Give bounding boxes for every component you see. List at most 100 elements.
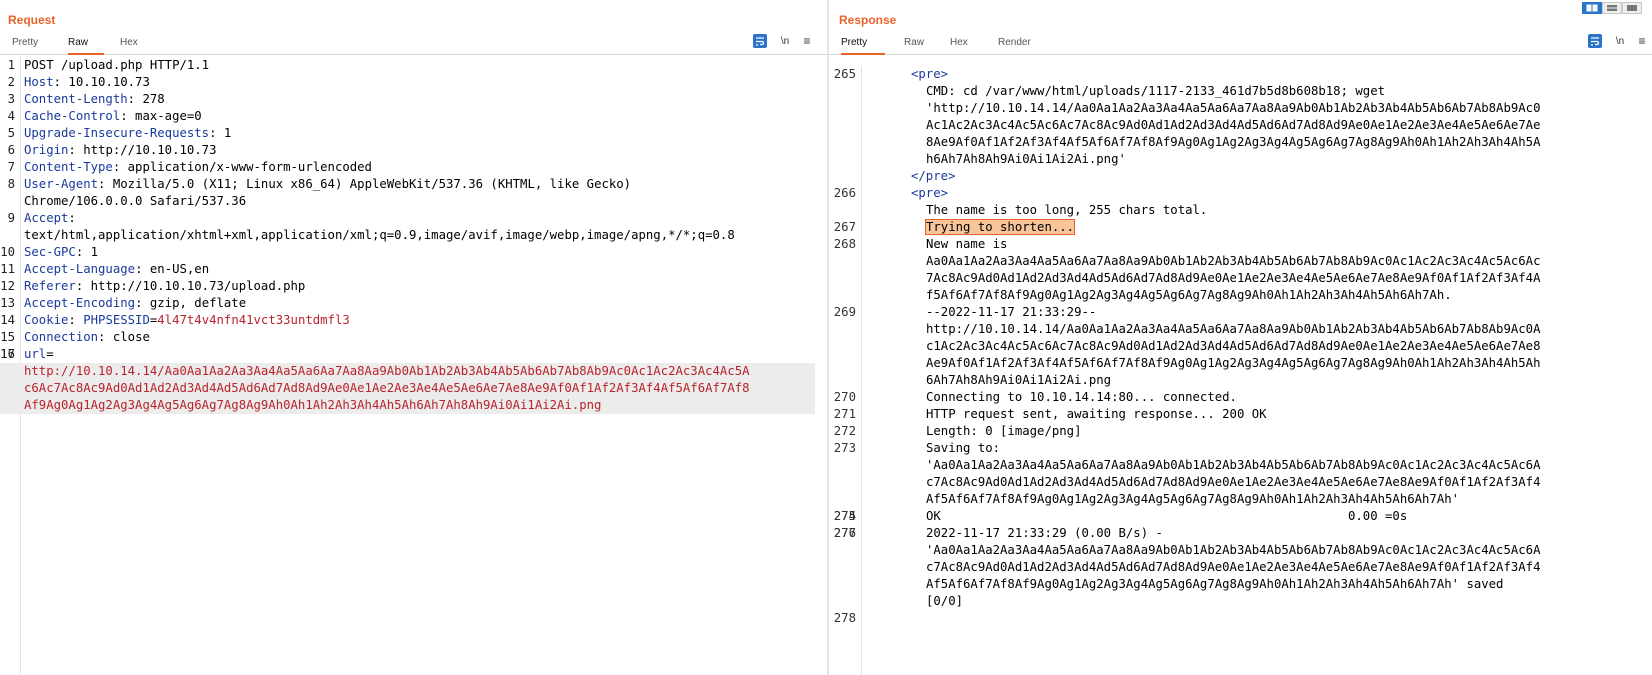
response-editor[interactable]: 265 <pre> CMD: cd /var/www/html/uploads/11… [829,66,1652,675]
wrap-lines-icon[interactable] [753,34,767,48]
line-text: HTTP request sent, awaiting response... … [926,407,1267,421]
line-number: 4 [7,109,15,123]
newline-toggle-icon[interactable]: \n [778,34,792,48]
param-value: http://10.10.14.14/Aa0Aa1Aa2Aa3Aa4Aa5Aa6… [24,364,750,378]
side-by-side-icon[interactable] [1582,2,1602,14]
response-line: 6Ah7Ah8Ah9Ai0Ai1Ai2Ai.png [829,372,1652,389]
response-line: http://10.10.14.14/Aa0Aa1Aa2Aa3Aa4Aa5Aa6… [829,321,1652,338]
line-text: c1Ac2Ac3Ac4Ac5Ac6Ac7Ac8Ac9Ad0Ad1Ad2Ad3Ad… [926,339,1541,353]
tab-hex[interactable]: Hex [950,37,968,55]
request-line: 4 Cache-Control: max-age=0 [0,108,827,125]
header-value: : max-age=0 [120,109,202,123]
line-text: Chrome/106.0.0.0 Safari/537.36 [24,194,247,208]
response-line: Ae9Af0Af1Af2Af3Af4Af5Af6Af7Af8Af9Ag0Ag1A… [829,355,1652,372]
response-line: 277 2022-11-17 21:33:29 (0.00 B/s) - [829,525,1652,542]
line-number: 14 [0,313,15,327]
wrap-lines-icon[interactable] [1588,34,1602,48]
response-line: CMD: cd /var/www/html/uploads/1117-2133_… [829,83,1652,100]
line-number: 1 [7,58,15,72]
line-number: 272 [833,424,856,438]
line-number: 6 [7,143,15,157]
line-text: h6Ah7Ah8Ah9Ai0Ai1Ai2Ai.png' [926,152,1126,166]
line-number: 15 [0,330,15,344]
header-name: User-Agent [24,177,99,191]
response-line: Af5Af6Af7Af8Af9Ag0Ag1Ag2Ag3Ag4Ag5Ag6Ag7A… [829,576,1652,593]
tab-render[interactable]: Render [998,37,1031,55]
response-line: 'http://10.10.14.14/Aa0Aa1Aa2Aa3Aa4Aa5Aa… [829,100,1652,117]
header-name: Cookie [24,313,69,327]
response-tabs: Pretty Raw Hex Render [829,34,1652,55]
line-text: Connecting to 10.10.14.14:80... connecte… [926,390,1237,404]
line-number: 11 [0,262,15,276]
header-value: : http://10.10.10.73 [68,143,217,157]
line-text: 'Aa0Aa1Aa2Aa3Aa4Aa5Aa6Aa7Aa8Aa9Ab0Ab1Ab2… [926,458,1541,472]
request-line: 1 POST /upload.php HTTP/1.1 [0,57,827,74]
header-name: Upgrade-Insecure-Requests [24,126,210,140]
response-line: 273 Saving to: [829,440,1652,457]
response-line: Ac1Ac2Ac3Ac4Ac5Ac6Ac7Ac8Ac9Ad0Ad1Ad2Ad3A… [829,117,1652,134]
response-editor-tools: \n ≡ [1588,34,1650,50]
html-tag: <pre> [911,186,949,200]
menu-icon[interactable]: ≡ [801,34,813,48]
line-text: 'Aa0Aa1Aa2Aa3Aa4Aa5Aa6Aa7Aa8Aa9Ab0Ab1Ab2… [926,543,1541,557]
line-text: Af5Af6Af7Af8Af9Ag0Ag1Ag2Ag3Ag4Ag5Ag6Ag7A… [926,492,1460,506]
request-line: text/html,application/xhtml+xml,applicat… [0,227,827,244]
response-line: 'Aa0Aa1Aa2Aa3Aa4Aa5Aa6Aa7Aa8Aa9Ab0Ab1Ab2… [829,542,1652,559]
newline-toggle-icon[interactable]: \n [1613,34,1627,48]
param-value: Af9Ag0Ag1Ag2Ag3Ag4Ag5Ag6Ag7Ag8Ag9Ah0Ah1A… [24,398,602,412]
response-line: Af5Af6Af7Af8Af9Ag0Ag1Ag2Ag3Ag4Ag5Ag6Ag7A… [829,491,1652,508]
header-value: : 10.10.10.73 [53,75,150,89]
request-lines: 1 POST /upload.php HTTP/1.1 2 Host: 10.10.1… [0,57,827,414]
request-line: Chrome/106.0.0.0 Safari/537.36 [0,193,827,210]
line-number: 271 [833,407,856,421]
line-text: POST /upload.php HTTP/1.1 [24,58,210,72]
tab-hex[interactable]: Hex [120,37,138,55]
line-text: 8Ae9Af0Af1Af2Af3Af4Af5Af6Af7Af8Af9Ag0Ag1… [926,135,1541,149]
line-number: 2 [7,75,15,89]
response-line: 267 Trying to shorten... [829,219,1652,236]
request-line: c6Ac7Ac8Ac9Ad0Ad1Ad2Ad3Ad4Ad5Ad6Ad7Ad8Ad… [0,380,815,397]
highlighted-text: Trying to shorten... [924,219,1076,235]
line-text: f5Af6Af7Af8Af9Ag0Ag1Ag2Ag3Ag4Ag5Ag6Ag7Ag… [926,288,1452,302]
line-number: 278 [833,611,856,625]
header-name: Referer [24,279,76,293]
single-pane-icon[interactable] [1622,2,1642,14]
tab-raw[interactable]: Raw [68,37,104,55]
header-name: Accept-Encoding [24,296,136,310]
line-text: 6Ah7Ah8Ah9Ai0Ai1Ai2Ai.png [926,373,1112,387]
param-name: url [24,347,47,361]
line-text: http://10.10.14.14/Aa0Aa1Aa2Aa3Aa4Aa5Aa6… [926,322,1541,336]
line-number: 265 [833,67,856,81]
response-line: 275 OK 0.00 =0s [829,508,1652,525]
header-name: Host [24,75,54,89]
response-line: [0/0] [829,593,1652,610]
html-tag: <pre> [911,67,949,81]
response-line: 271 HTTP request sent, awaiting response.… [829,406,1652,423]
request-line: 11 Accept-Language: en-US,en [0,261,827,278]
menu-icon[interactable]: ≡ [1636,34,1648,48]
header-value: : http://10.10.10.73/upload.php [75,279,306,293]
line-number: 3 [7,92,15,106]
line-text: 'http://10.10.14.14/Aa0Aa1Aa2Aa3Aa4Aa5Aa… [926,101,1541,115]
line-text: 2022-11-17 21:33:29 (0.00 B/s) - [926,526,1163,540]
request-line: 13 Accept-Encoding: gzip, deflate [0,295,827,312]
line-text: Af5Af6Af7Af8Af9Ag0Ag1Ag2Ag3Ag4Ag5Ag6Ag7A… [926,577,1504,591]
line-text: Ae9Af0Af1Af2Af3Af4Af5Af6Af7Af8Af9Ag0Ag1A… [926,356,1541,370]
header-name: Sec-GPC [24,245,76,259]
header-name: Cache-Control [24,109,121,123]
line-text: Ac1Ac2Ac3Ac4Ac5Ac6Ac7Ac8Ac9Ad0Ad1Ad2Ad3A… [926,118,1541,132]
header-name: Accept-Language [24,262,136,276]
tab-pretty[interactable]: Pretty [841,37,885,55]
tab-pretty[interactable]: Pretty [12,37,38,55]
line-number: 275 [833,509,856,523]
header-value: : 1 [209,126,232,140]
top-bottom-icon[interactable] [1602,2,1622,14]
header-name: Content-Length [24,92,128,106]
request-editor[interactable]: 1 POST /upload.php HTTP/1.1 2 Host: 10.10.1… [0,57,827,675]
line-number: 273 [833,441,856,455]
tab-raw[interactable]: Raw [904,37,924,55]
header-value: : application/x-www-form-urlencoded [112,160,372,174]
line-number: 17 [0,347,15,361]
response-line: c1Ac2Ac3Ac4Ac5Ac6Ac7Ac8Ac9Ad0Ad1Ad2Ad3Ad… [829,338,1652,355]
line-text: [0/0] [926,594,964,608]
